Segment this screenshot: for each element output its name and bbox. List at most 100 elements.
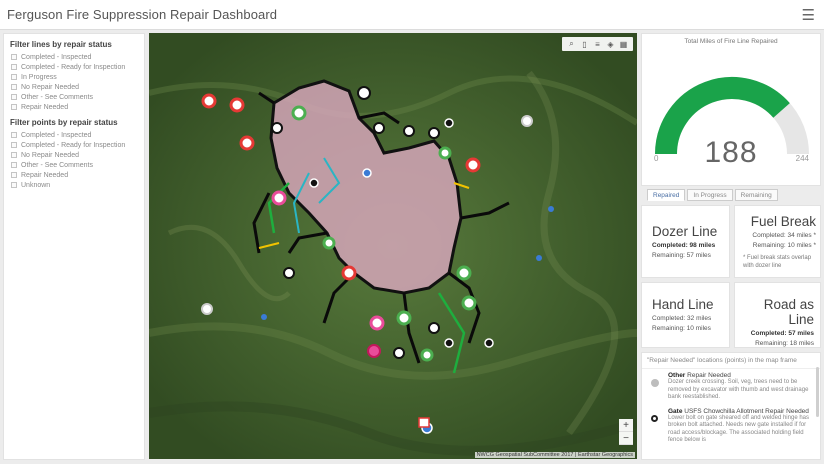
repair-point[interactable] [373, 122, 385, 134]
checkbox[interactable] [11, 104, 17, 110]
repair-point[interactable] [201, 303, 213, 315]
repair-point[interactable] [261, 314, 267, 320]
line-filter-option[interactable]: Completed - Inspected [11, 52, 138, 62]
list-item-description: Dozer creek crossing. Soil, veg, trees n… [668, 379, 809, 400]
filter-panel: Filter lines by repair status Completed … [3, 33, 145, 460]
list-item[interactable]: Gate USFS Chowchilla Allotment Repair Ne… [642, 405, 820, 448]
checkbox[interactable] [11, 94, 17, 100]
point-filter-option[interactable]: Completed - Ready for Inspection [11, 140, 138, 150]
checkbox[interactable] [11, 84, 17, 90]
repair-needed-list: "Repair Needed" locations (points) in th… [641, 352, 821, 460]
repair-point[interactable] [403, 125, 415, 137]
card-title: Road as Line [763, 297, 814, 327]
page-title: Ferguson Fire Suppression Repair Dashboa… [7, 7, 278, 22]
repair-point[interactable] [291, 105, 307, 121]
checkbox[interactable] [11, 182, 17, 188]
checkbox[interactable] [11, 74, 17, 80]
repair-point[interactable] [341, 265, 357, 281]
fuel-break-card: Fuel Break Completed: 34 miles * Remaini… [734, 205, 821, 278]
repair-point[interactable] [484, 338, 494, 348]
repair-point[interactable] [521, 115, 533, 127]
card-completed: Completed: 57 miles [750, 330, 814, 337]
gate-marker[interactable] [418, 417, 430, 428]
app-header: Ferguson Fire Suppression Repair Dashboa… [0, 0, 824, 30]
repair-point[interactable] [369, 315, 385, 331]
repair-point[interactable] [283, 267, 295, 279]
checkbox[interactable] [11, 54, 17, 60]
line-filter-option[interactable]: No Repair Needed [11, 82, 138, 92]
repair-point[interactable] [239, 135, 255, 151]
line-filter-title: Filter lines by repair status [10, 40, 112, 49]
list-icon[interactable]: ≡ [591, 40, 604, 49]
card-completed: Completed: 32 miles [652, 315, 712, 322]
repair-point[interactable] [201, 93, 217, 109]
repair-point[interactable] [420, 348, 434, 362]
repair-point[interactable] [438, 146, 452, 160]
list-heading: "Repair Needed" locations (points) in th… [642, 353, 820, 369]
map-canvas[interactable] [149, 33, 637, 459]
tab-repaired[interactable]: Repaired [647, 189, 686, 201]
scrollbar[interactable] [816, 367, 819, 417]
repair-point[interactable] [428, 127, 440, 139]
repair-point[interactable] [444, 338, 454, 348]
card-completed: Completed: 34 miles * [752, 232, 816, 239]
list-item[interactable]: Other Repair Needed Dozer creek crossing… [642, 369, 820, 405]
zoom-out-button[interactable]: − [619, 432, 633, 445]
layers-icon[interactable]: ◈ [604, 40, 617, 49]
repair-point[interactable] [456, 265, 472, 281]
checkbox[interactable] [11, 152, 17, 158]
search-icon[interactable]: ⌕ [565, 39, 578, 49]
point-filter-option[interactable]: Repair Needed [11, 170, 138, 180]
line-filter-option[interactable]: In Progress [11, 72, 138, 82]
checkbox[interactable] [11, 64, 17, 70]
gauge-panel: Total Miles of Fire Line Repaired 0 188 … [641, 33, 821, 186]
map-view[interactable]: ⌕ ▯ ≡ ◈ ▦ + − NWCG Geospatial SubCommitt… [149, 33, 637, 459]
point-filter-option[interactable]: Completed - Inspected [11, 130, 138, 140]
point-filter-option[interactable]: No Repair Needed [11, 150, 138, 160]
zoom-in-button[interactable]: + [619, 419, 633, 432]
repair-point[interactable] [271, 122, 283, 134]
gauge-max: 244 [795, 154, 809, 163]
repair-point[interactable] [357, 86, 371, 100]
hand-line-card: Hand Line Completed: 32 miles Remaining:… [641, 282, 730, 348]
tab-in-progress[interactable]: In Progress [687, 189, 733, 201]
basemap-icon[interactable]: ▦ [617, 40, 630, 49]
tab-bar: Repaired In Progress Remaining [647, 189, 780, 201]
card-note: * Fuel break stats overlap with dozer li… [743, 255, 812, 269]
checkbox[interactable] [11, 132, 17, 138]
card-title: Hand Line [652, 297, 714, 312]
repair-point[interactable] [322, 236, 336, 250]
bookmark-icon[interactable]: ▯ [578, 40, 591, 49]
tab-remaining[interactable]: Remaining [734, 189, 778, 201]
line-filter-option[interactable]: Completed - Ready for Inspection [11, 62, 138, 72]
checkbox[interactable] [11, 172, 17, 178]
repair-point[interactable] [229, 97, 245, 113]
point-symbol-icon [651, 379, 659, 387]
road-as-line-card: Road as Line Completed: 57 miles Remaini… [734, 282, 821, 348]
checkbox[interactable] [11, 142, 17, 148]
repair-point[interactable] [461, 295, 477, 311]
repair-point[interactable] [393, 347, 405, 359]
zoom-control: + − [619, 419, 633, 445]
repair-point[interactable] [309, 178, 319, 188]
repair-point[interactable] [548, 206, 554, 212]
card-remaining: Remaining: 18 miles [755, 340, 814, 347]
point-filter-option[interactable]: Unknown [11, 180, 138, 190]
gauge-value: 188 [704, 136, 758, 169]
repair-point[interactable] [536, 255, 542, 261]
card-remaining: Remaining: 57 miles [652, 252, 711, 259]
repair-point[interactable] [362, 168, 372, 178]
repair-point[interactable] [444, 118, 454, 128]
repair-point[interactable] [428, 322, 440, 334]
list-item-title: Gate USFS Chowchilla Allotment Repair Ne… [668, 407, 809, 415]
repair-point[interactable] [465, 157, 481, 173]
line-filter-option[interactable]: Repair Needed [11, 102, 138, 112]
point-filter-option[interactable]: Other - See Comments [11, 160, 138, 170]
repair-point[interactable] [396, 310, 412, 326]
repair-point[interactable] [367, 344, 381, 358]
checkbox[interactable] [11, 162, 17, 168]
repair-point[interactable] [271, 190, 287, 206]
hamburger-icon[interactable]: ☰ [802, 6, 815, 24]
line-filter-option[interactable]: Other - See Comments [11, 92, 138, 102]
point-symbol-icon [651, 414, 658, 422]
